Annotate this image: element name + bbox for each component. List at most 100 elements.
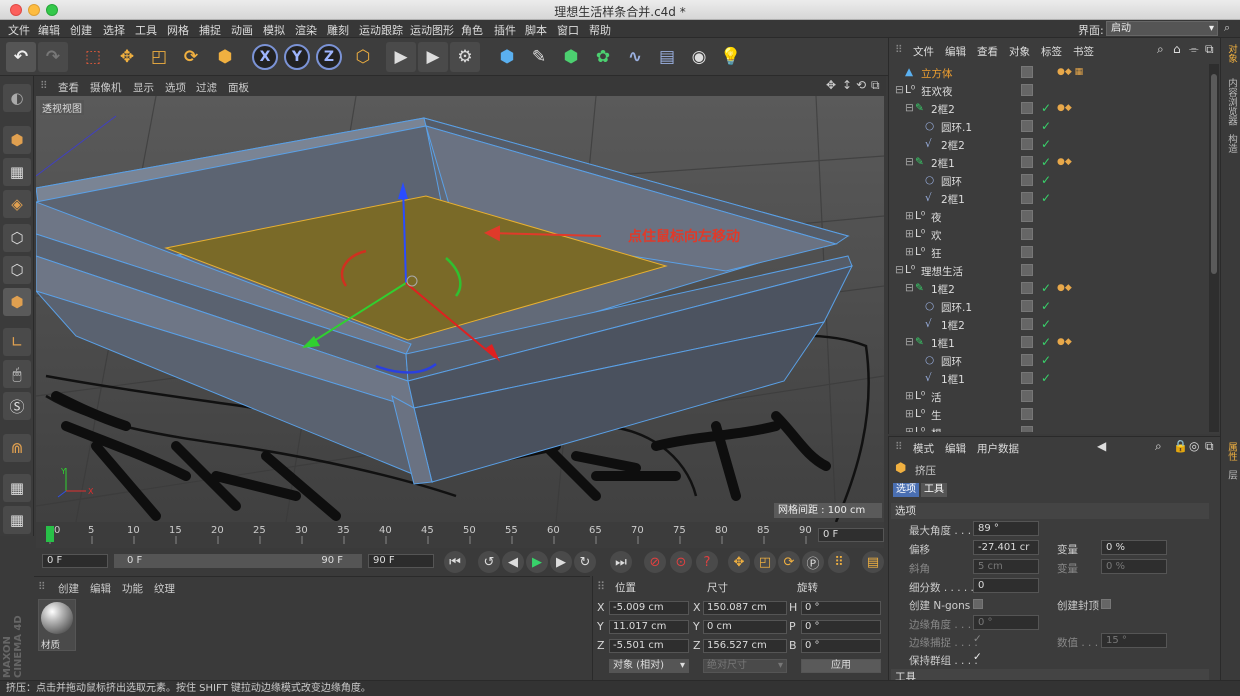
viewport-menu-view[interactable]: 查看 (58, 80, 79, 95)
enabled-check-icon[interactable]: ✓ (1041, 371, 1051, 385)
object-row[interactable]: ⊟ ✎ 1框1 ✓ ●◆ (895, 334, 1205, 352)
tab-tool[interactable]: 工具 (921, 483, 947, 497)
object-row[interactable]: ▲ 立方体 ●◆ ▦ (895, 64, 1205, 82)
previous-key-icon[interactable]: ↺ (478, 551, 500, 573)
keep-groups-check-icon[interactable]: ✓ (973, 651, 982, 663)
offset-field[interactable]: -27.401 cr (973, 540, 1039, 555)
coordinate-system-icon[interactable]: ⬡ (348, 42, 378, 72)
object-row[interactable]: ⊞ L⁰ 生 (895, 406, 1205, 424)
viewport-menu-panel[interactable]: 面板 (228, 80, 249, 95)
timeline-window-icon[interactable]: ▤ (862, 551, 884, 573)
points-mode-icon[interactable]: ⬡ (3, 224, 31, 252)
layer-swatch[interactable] (1021, 84, 1033, 96)
next-key-icon[interactable]: ↻ (574, 551, 596, 573)
object-tags[interactable]: ●◆ (1057, 283, 1072, 293)
polygons-mode-icon[interactable]: ⬢ (3, 288, 31, 316)
layer-swatch[interactable] (1021, 390, 1033, 402)
layer-swatch[interactable] (1021, 318, 1033, 330)
rotation-b-field[interactable]: 0 ° (801, 639, 881, 653)
enabled-check-icon[interactable]: ✓ (1041, 281, 1051, 295)
expand-icon[interactable]: ⊟ (905, 336, 914, 348)
render-settings-icon[interactable]: ⚙ (450, 42, 480, 72)
material-swatch[interactable]: 材质 (38, 599, 76, 651)
autokey-icon[interactable]: ⊙ (670, 551, 692, 573)
object-row[interactable]: √ 1框2 ✓ (895, 316, 1205, 334)
tab-objects[interactable]: 对象 (1224, 44, 1238, 63)
object-row[interactable]: ⊞ L⁰ 活 (895, 388, 1205, 406)
bend-deformer-icon[interactable]: ∿ (620, 42, 650, 72)
size-y-field[interactable]: 0 cm (703, 620, 787, 634)
layer-swatch[interactable] (1021, 66, 1033, 78)
playhead[interactable] (46, 526, 54, 542)
search-icon[interactable]: ⌕ (1157, 42, 1164, 57)
viewport-zoom-icon[interactable]: ↕ (842, 78, 852, 92)
tab-content-browser[interactable]: 内容浏览器 (1224, 78, 1238, 126)
pen-spline-icon[interactable]: ✎ (524, 42, 554, 72)
max-angle-field[interactable]: 89 ° (973, 521, 1039, 536)
position-x-field[interactable]: -5.009 cm (609, 601, 689, 615)
layout-dropdown[interactable]: 启动 ▾ (1106, 21, 1218, 36)
expand-icon[interactable]: ⊞ (905, 408, 914, 420)
menu-window[interactable]: 窗口 (557, 22, 579, 38)
object-row[interactable]: ⊟ L⁰ 狂欢夜 (895, 82, 1205, 100)
object-row[interactable]: ⊞ L⁰ 夜 (895, 208, 1205, 226)
cube-icon[interactable]: ⬢ (492, 42, 522, 72)
material-menu-create[interactable]: 创建 (58, 581, 79, 596)
object-row[interactable]: ○ 圆环 ✓ (895, 172, 1205, 190)
object-row[interactable]: ○ 圆环 ✓ (895, 352, 1205, 370)
expand-icon[interactable]: ⊞ (905, 426, 914, 432)
camera-icon[interactable]: ◉ (684, 42, 714, 72)
search-icon[interactable]: ⌕ (1224, 21, 1230, 35)
menu-select[interactable]: 选择 (103, 22, 125, 38)
object-tags[interactable]: ●◆ (1057, 337, 1072, 347)
object-tags[interactable]: ●◆ ▦ (1057, 67, 1083, 77)
size-z-field[interactable]: 156.527 cm (703, 639, 787, 653)
material-menu-edit[interactable]: 编辑 (90, 581, 111, 596)
end-frame-field[interactable]: 90 F (368, 554, 434, 568)
position-z-field[interactable]: -5.501 cm (609, 639, 689, 653)
layer-swatch[interactable] (1021, 408, 1033, 420)
menu-motion-tracker[interactable]: 运动跟踪 (359, 22, 403, 38)
frame-range-slider[interactable]: 0 F 90 F (114, 554, 362, 568)
tab-layers[interactable]: 层 (1224, 470, 1238, 480)
object-row[interactable]: ⊞L⁰ 想 (895, 424, 1205, 432)
menu-plugins[interactable]: 插件 (494, 22, 516, 38)
object-row[interactable]: ⊟ ✎ 2框1 ✓ ●◆ (895, 154, 1205, 172)
object-menu-view[interactable]: 查看 (977, 44, 998, 59)
back-arrow-icon[interactable]: ◀ (1097, 439, 1106, 453)
enabled-check-icon[interactable]: ✓ (1041, 137, 1051, 151)
object-row[interactable]: ⊞ L⁰ 欢 (895, 226, 1205, 244)
z-axis-lock-icon[interactable]: Z (316, 44, 342, 70)
enabled-check-icon[interactable]: ✓ (1041, 191, 1051, 205)
ngons-checkbox[interactable] (973, 599, 983, 609)
object-menu-edit[interactable]: 编辑 (945, 44, 966, 59)
next-frame-icon[interactable]: ▶ (550, 551, 572, 573)
new-window-icon[interactable]: ⧉ (1205, 42, 1214, 57)
tab-attributes[interactable]: 属性 (1224, 442, 1238, 461)
rotation-p-field[interactable]: 0 ° (801, 620, 881, 634)
planar-workplane-icon[interactable]: ▦ (3, 506, 31, 534)
undo-icon[interactable]: ↶ (6, 42, 36, 72)
render-to-picture-viewer-icon[interactable]: ▶ (418, 42, 448, 72)
cloner-icon[interactable]: ✿ (588, 42, 618, 72)
go-to-start-icon[interactable]: ⏮ (444, 551, 466, 573)
enabled-check-icon[interactable]: ✓ (1041, 173, 1051, 187)
object-menu-tags[interactable]: 标签 (1041, 44, 1062, 59)
layer-swatch[interactable] (1021, 300, 1033, 312)
enabled-check-icon[interactable]: ✓ (1041, 353, 1051, 367)
object-row[interactable]: ○ 圆环.1 ✓ (895, 118, 1205, 136)
menu-animate[interactable]: 动画 (231, 22, 253, 38)
y-axis-lock-icon[interactable]: Y (284, 44, 310, 70)
live-selection-icon[interactable]: ⬚ (78, 42, 108, 72)
enabled-check-icon[interactable]: ✓ (1041, 299, 1051, 313)
tab-structure[interactable]: 构造 (1224, 134, 1238, 153)
solo-icon[interactable]: Ⓢ (3, 392, 31, 420)
menu-create[interactable]: 创建 (70, 22, 92, 38)
caps-checkbox[interactable] (1101, 599, 1111, 609)
previous-frame-icon[interactable]: ◀ (502, 551, 524, 573)
recent-tool-icon[interactable]: ⬢ (210, 42, 240, 72)
expand-icon[interactable]: ⊟ (905, 156, 914, 168)
menu-snap[interactable]: 捕捉 (199, 22, 221, 38)
object-tags[interactable]: ●◆ (1057, 103, 1072, 113)
expand-icon[interactable]: ⊞ (905, 210, 914, 222)
